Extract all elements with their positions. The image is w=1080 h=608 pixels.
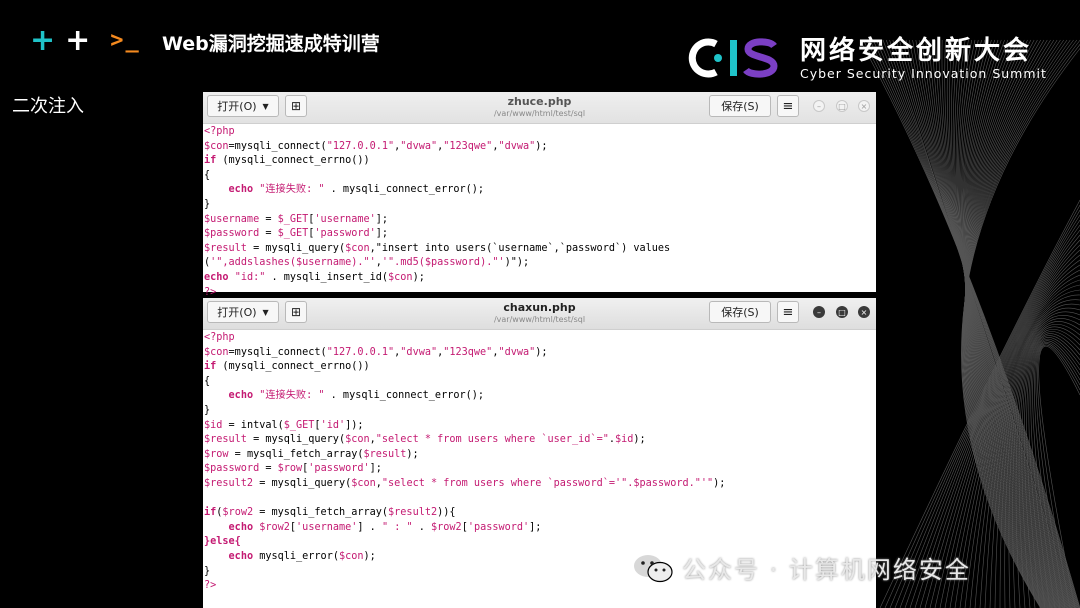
terminal-prompt-icon: >_: [110, 28, 141, 53]
code-line: echo "连接失败: " . mysqli_connect_error();: [228, 390, 484, 402]
plus-icon: +: [65, 22, 91, 58]
editor-titlebar[interactable]: 打开(O) ▼ ⊞ zhuce.php /var/www/html/test/sq…: [203, 92, 876, 124]
code-line: if($row2 = mysqli_fetch_array($result2))…: [204, 507, 456, 519]
course-title: Web漏洞挖掘速成特训营: [162, 33, 380, 55]
save-button[interactable]: 保存(S): [709, 95, 771, 117]
code-line: $result = mysqli_query($con,"select * fr…: [204, 434, 646, 446]
new-document-button[interactable]: ⊞: [285, 301, 307, 323]
code-line: $id = intval($_GET['id']);: [204, 419, 364, 431]
code-line: $con=mysqli_connect("127.0.0.1","dvwa","…: [204, 346, 548, 358]
new-document-icon: ⊞: [290, 305, 302, 319]
watermark: 公众号 · 计算机网络安全: [632, 550, 971, 585]
code-line: }else{: [204, 536, 241, 548]
editor-window-zhuce: 打开(O) ▼ ⊞ zhuce.php /var/www/html/test/sq…: [203, 92, 876, 298]
code-line: echo $row2['username'] . " : " . $row2['…: [228, 521, 542, 533]
cis-logo-mark: [688, 38, 778, 78]
logo-name-en: Cyber Security Innovation Summit: [800, 66, 1047, 81]
code-line: if (mysqli_connect_errno()): [204, 155, 370, 167]
minimize-icon[interactable]: –: [813, 306, 825, 318]
code-line: echo "连接失败: " . mysqli_connect_error();: [228, 184, 484, 196]
header-icons: + + >_: [30, 22, 141, 58]
hamburger-menu-button[interactable]: ≡: [777, 301, 799, 323]
close-icon[interactable]: ×: [858, 100, 870, 112]
code-line: <?php: [204, 126, 235, 137]
save-button[interactable]: 保存(S): [709, 301, 771, 323]
maximize-icon[interactable]: □: [836, 306, 848, 318]
watermark-text: 公众号 · 计算机网络安全: [682, 556, 971, 584]
plus-icon: +: [30, 22, 56, 58]
code-line: $username = $_GET['username'];: [204, 213, 389, 225]
close-icon[interactable]: ×: [858, 306, 870, 318]
new-document-button[interactable]: ⊞: [285, 95, 307, 117]
code-line: {: [204, 375, 211, 387]
code-line: $row = mysqli_fetch_array($result);: [204, 448, 419, 460]
code-line: $password = $_GET['password'];: [204, 228, 389, 240]
code-line: $result = mysqli_query($con,"insert into…: [204, 242, 671, 254]
editor-titlebar[interactable]: 打开(O) ▼ ⊞ chaxun.php /var/www/html/test/s…: [203, 298, 876, 330]
code-line: {: [204, 169, 211, 181]
code-line: }: [204, 404, 211, 416]
maximize-icon[interactable]: □: [836, 100, 848, 112]
code-line: if (mysqli_connect_errno()): [204, 361, 370, 373]
code-area[interactable]: <?php $con=mysqli_connect("127.0.0.1","dv…: [203, 124, 876, 300]
new-document-icon: ⊞: [290, 99, 302, 113]
logo-name-cn: 网络安全创新大会: [800, 36, 1033, 66]
code-line: echo "id:" . mysqli_insert_id($con);: [204, 271, 425, 283]
open-button[interactable]: 打开(O) ▼: [207, 95, 279, 117]
code-line: <?php: [204, 332, 235, 343]
wechat-icon: [634, 554, 673, 582]
chevron-down-icon: ▼: [262, 307, 269, 317]
code-line: $password = $row['password'];: [204, 463, 382, 475]
menu-icon: ≡: [782, 98, 794, 114]
code-line: $result2 = mysqli_query($con,"select * f…: [204, 477, 726, 489]
hamburger-menu-button[interactable]: ≡: [777, 95, 799, 117]
code-line: $con=mysqli_connect("127.0.0.1","dvwa","…: [204, 140, 548, 152]
menu-icon: ≡: [782, 304, 794, 320]
minimize-icon[interactable]: –: [813, 100, 825, 112]
chevron-down-icon: ▼: [262, 101, 269, 111]
cis-logo: 网络安全创新大会 Cyber Security Innovation Summi…: [686, 36, 1047, 81]
code-line: }: [204, 198, 211, 210]
section-label: 二次注入: [12, 96, 84, 117]
open-button[interactable]: 打开(O) ▼: [207, 301, 279, 323]
code-line: ('",addslashes($username)."','".md5($pas…: [204, 257, 530, 269]
